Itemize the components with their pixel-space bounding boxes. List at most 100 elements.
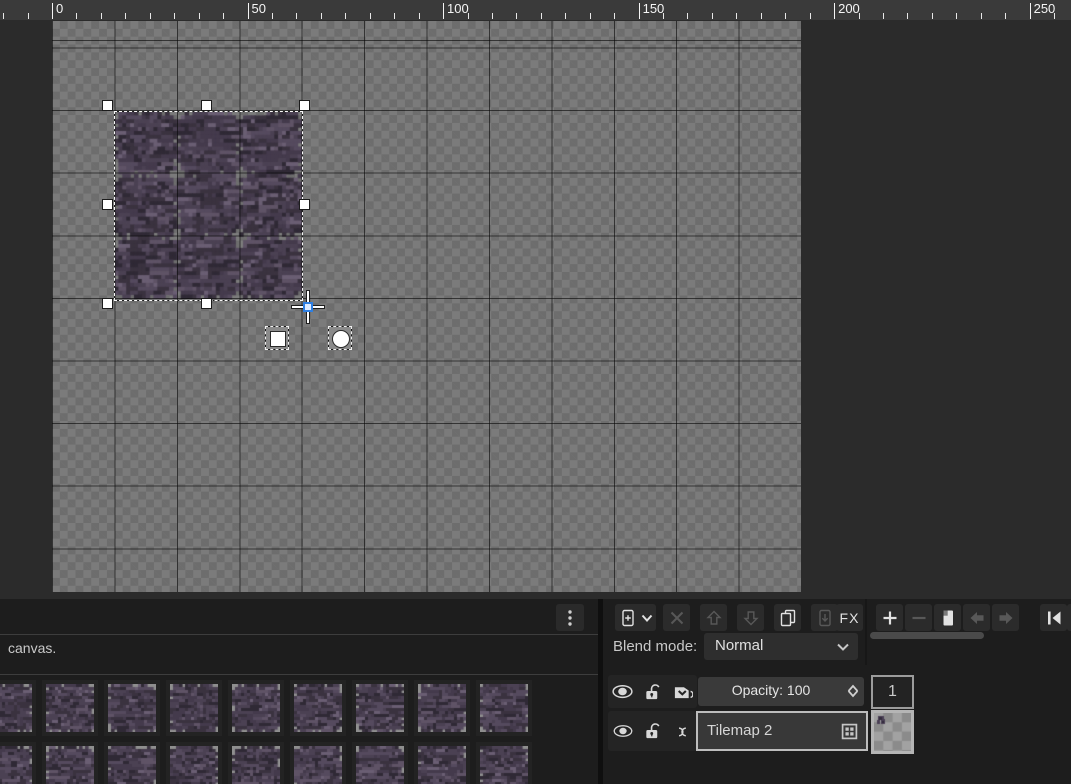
ruler-minor-tick: [932, 13, 933, 19]
tileset-tile[interactable]: [290, 742, 346, 784]
tile-preview: [294, 684, 342, 732]
selection-rotate-gizmo[interactable]: [328, 326, 352, 350]
delete-frame-button[interactable]: [905, 604, 932, 631]
selection-handle-middle-right[interactable]: [299, 199, 310, 210]
link-cels-icon: [672, 682, 693, 701]
layer-fx-button[interactable]: FX: [836, 604, 863, 631]
tileset-tile[interactable]: [352, 680, 408, 736]
clone-layer-button[interactable]: [774, 604, 801, 631]
tileset-tile[interactable]: [228, 742, 284, 784]
tile-preview: [232, 684, 280, 732]
ruler-label: 100: [447, 1, 469, 16]
ruler-minor-tick: [590, 13, 591, 19]
tileset-tile[interactable]: [166, 680, 222, 736]
tile-preview: [356, 684, 404, 732]
layer-name-field[interactable]: Tilemap 2: [696, 711, 868, 751]
selection-handle-bottom-left[interactable]: [102, 298, 113, 309]
merge-layer-down-button[interactable]: [811, 604, 838, 631]
tileset-menu-button[interactable]: [556, 604, 584, 631]
divider: [0, 634, 598, 635]
opacity-spin-down-icon[interactable]: [847, 685, 859, 703]
tileset-tile[interactable]: [352, 742, 408, 784]
move-frame-right-button[interactable]: [992, 604, 1019, 631]
tileset-tile[interactable]: [166, 742, 222, 784]
ruler-minor-tick: [321, 13, 322, 19]
go-to-first-frame-button[interactable]: [1040, 604, 1067, 631]
clipped-button[interactable]: [1067, 604, 1071, 631]
ruler-minor-tick: [150, 13, 151, 19]
kebab-menu-icon: [567, 609, 573, 627]
move-layer-up-button[interactable]: [700, 604, 727, 631]
canvas-viewport[interactable]: [0, 20, 1071, 599]
ruler-minor-tick: [883, 13, 884, 19]
selection-handle-top-left[interactable]: [102, 100, 113, 111]
tileset-tile[interactable]: [104, 680, 160, 736]
tileset-tile[interactable]: [476, 680, 532, 736]
ruler-minor-tick: [223, 13, 224, 19]
divider: [865, 599, 867, 665]
snap-indicator: [303, 302, 313, 312]
ruler-minor-tick: [345, 13, 346, 19]
ruler-label: 200: [838, 1, 860, 16]
opacity-slider[interactable]: Opacity: 100: [698, 677, 864, 706]
add-frame-button[interactable]: [876, 604, 903, 631]
delete-layer-icon: [667, 608, 687, 628]
link-cels-button[interactable]: [669, 675, 695, 708]
layer-visibility-button[interactable]: [610, 711, 636, 751]
timeline-panel: FX Blend mode: Normal: [603, 599, 1071, 784]
move-frame-left-button[interactable]: [963, 604, 990, 631]
move-layer-down-button[interactable]: [737, 604, 764, 631]
horizontal-ruler: 050100150200250: [0, 0, 1071, 21]
ruler-minor-tick: [956, 13, 957, 19]
layer-lock-button[interactable]: [639, 711, 665, 751]
blend-mode-dropdown[interactable]: Normal: [704, 633, 858, 660]
eye-icon: [612, 724, 634, 738]
ruler-major-tick: [52, 3, 53, 19]
clone-layer-icon: [778, 608, 798, 628]
layer-link-cels-button[interactable]: [669, 711, 695, 751]
tileset-panel: canvas.: [0, 599, 598, 784]
tileset-tile[interactable]: [414, 742, 470, 784]
ruler-minor-tick: [1054, 13, 1055, 19]
tileset-tile[interactable]: [414, 680, 470, 736]
selection-handle-top-middle[interactable]: [201, 100, 212, 111]
add-layer-icon: [618, 608, 638, 628]
visibility-all-button[interactable]: [610, 675, 636, 708]
move-layer-up-icon: [704, 608, 724, 628]
tileset-tile[interactable]: [0, 680, 36, 736]
ruler-minor-tick: [565, 13, 566, 19]
tileset-tile[interactable]: [42, 680, 98, 736]
delete-layer-button[interactable]: [663, 604, 690, 631]
tile-preview: [356, 746, 404, 784]
ruler-minor-tick: [981, 13, 982, 19]
tileset-tile[interactable]: [0, 742, 36, 784]
tileset-tile[interactable]: [228, 680, 284, 736]
tile-preview: [46, 684, 94, 732]
tile-preview: [0, 746, 32, 784]
tileset-tile[interactable]: [476, 742, 532, 784]
frame-1-header-button[interactable]: 1: [871, 675, 914, 709]
selection-marquee[interactable]: [114, 111, 303, 301]
clone-frame-button[interactable]: [934, 604, 961, 631]
move-layer-down-icon: [741, 608, 761, 628]
pixel-canvas[interactable]: [52, 21, 801, 592]
ruler-minor-tick: [712, 13, 713, 19]
cel-thumbnail-frame-1[interactable]: [871, 710, 914, 754]
ruler-minor-tick: [394, 13, 395, 19]
selection-square-gizmo[interactable]: [265, 326, 289, 350]
selection-handle-top-right[interactable]: [299, 100, 310, 111]
blend-mode-label: Blend mode:: [613, 638, 697, 655]
chain-link-icon: [673, 723, 691, 740]
tileset-tile[interactable]: [290, 680, 346, 736]
lock-all-button[interactable]: [639, 675, 665, 708]
selection-handle-bottom-middle[interactable]: [201, 298, 212, 309]
timeline-scrollbar[interactable]: [870, 632, 984, 639]
add-layer-button[interactable]: [615, 604, 656, 631]
tileset-tile[interactable]: [42, 742, 98, 784]
selection-handle-middle-left[interactable]: [102, 199, 113, 210]
ruler-minor-tick: [785, 13, 786, 19]
layer-name: Tilemap 2: [707, 722, 772, 739]
tile-preview: [170, 684, 218, 732]
chevron-down-icon: [836, 640, 850, 658]
tileset-tile[interactable]: [104, 742, 160, 784]
